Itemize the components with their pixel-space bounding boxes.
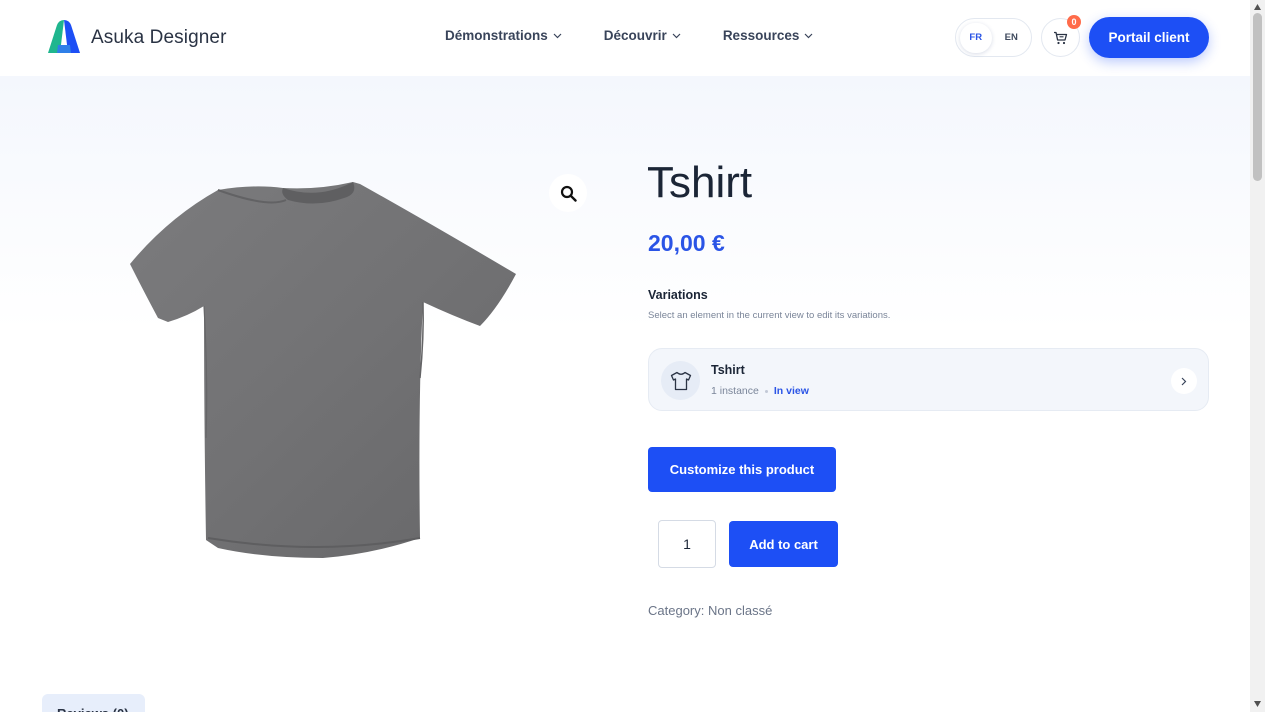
language-switcher: FR EN: [955, 18, 1032, 57]
add-to-cart-button[interactable]: Add to cart: [729, 521, 838, 567]
separator-dot: [764, 389, 768, 393]
variations-help-text: Select an element in the current view to…: [648, 310, 891, 321]
chevron-down-icon: [553, 33, 562, 38]
scroll-down-icon[interactable]: [1253, 700, 1262, 708]
product-category: Category: Non classé: [648, 603, 772, 618]
nav-item-demonstrations[interactable]: Démonstrations: [445, 28, 562, 43]
category-link[interactable]: Non classé: [708, 603, 772, 618]
customize-product-button[interactable]: Customize this product: [648, 447, 836, 492]
quantity-input[interactable]: [658, 520, 716, 568]
tab-reviews[interactable]: Reviews (0): [42, 694, 145, 712]
variations-heading: Variations: [648, 288, 708, 302]
chevron-down-icon: [804, 33, 813, 38]
chevron-down-icon: [672, 33, 681, 38]
nav-item-label: Découvrir: [603, 28, 667, 43]
nav-item-label: Démonstrations: [445, 28, 548, 43]
cart-count-badge: 0: [1067, 15, 1081, 29]
nav-item-decouvrir[interactable]: Découvrir: [604, 28, 681, 43]
scroll-up-icon[interactable]: [1253, 3, 1262, 11]
logo-mark-icon: [48, 20, 80, 53]
lang-fr-button[interactable]: FR: [960, 22, 992, 53]
tshirt-icon: [670, 371, 691, 390]
search-icon: [560, 185, 577, 202]
variation-instances: 1 instance: [711, 385, 759, 397]
zoom-button[interactable]: [549, 174, 587, 212]
category-label: Category:: [648, 603, 705, 618]
main-nav: Démonstrations Découvrir Ressources: [445, 28, 855, 43]
site-header: Asuka Designer Démonstrations Découvrir …: [0, 0, 1250, 76]
variation-status: In view: [773, 385, 809, 397]
logo-text: Asuka Designer: [91, 27, 227, 48]
lang-en-button[interactable]: EN: [996, 23, 1028, 53]
cart-icon: [1054, 31, 1068, 44]
variation-card[interactable]: Tshirt 1 instance In view: [648, 348, 1209, 411]
chevron-right-icon: [1181, 377, 1187, 385]
product-price: 20,00 €: [648, 230, 725, 256]
variation-meta: 1 instance In view: [711, 385, 809, 397]
variation-icon-wrap: [661, 361, 700, 400]
nav-item-ressources[interactable]: Ressources: [723, 28, 814, 43]
client-portal-button[interactable]: Portail client: [1089, 17, 1209, 58]
logo[interactable]: Asuka Designer: [46, 20, 227, 56]
product-title: Tshirt: [647, 158, 753, 207]
nav-item-label: Ressources: [722, 28, 800, 43]
variation-name: Tshirt: [711, 363, 745, 377]
scrollbar[interactable]: [1250, 0, 1265, 712]
variation-open-button[interactable]: [1171, 368, 1197, 394]
product-image: [130, 182, 516, 558]
scrollbar-thumb[interactable]: [1253, 13, 1262, 181]
